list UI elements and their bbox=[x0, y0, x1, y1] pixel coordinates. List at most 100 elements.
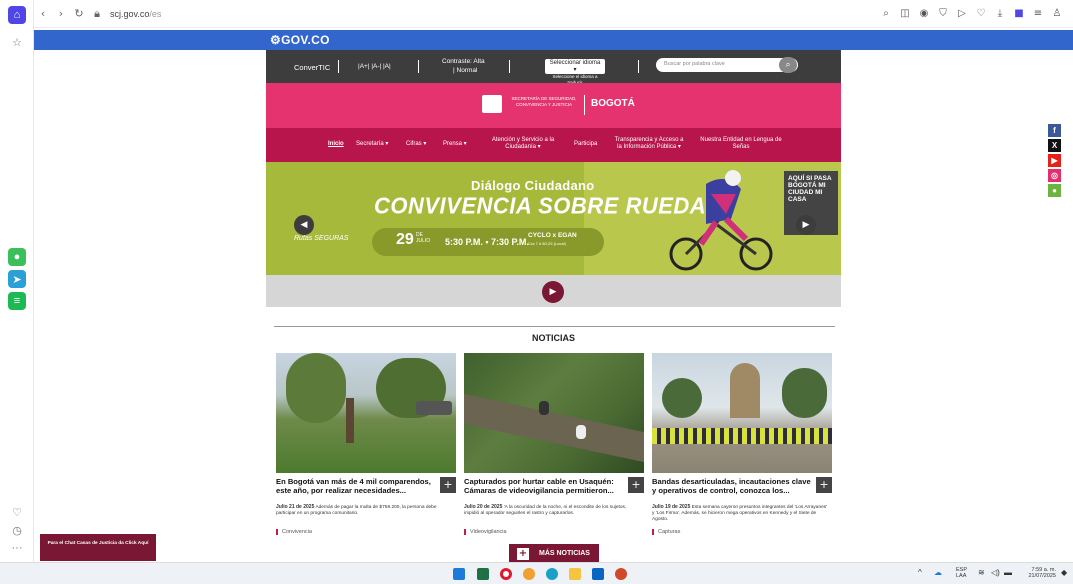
social-links: f X ▶ ◎ ● bbox=[1048, 124, 1062, 199]
convertic-link[interactable]: ConverTIC bbox=[294, 63, 330, 72]
hero-banner[interactable]: Diálogo Ciudadano CONVIVENCIA SOBRE RUED… bbox=[266, 162, 841, 275]
battery-icon[interactable]: ▬ bbox=[1004, 569, 1012, 577]
x-icon[interactable]: X bbox=[1048, 139, 1061, 152]
edge-icon[interactable] bbox=[546, 568, 558, 580]
menu-icon[interactable]: ≡ bbox=[1030, 6, 1046, 22]
telegram-icon[interactable]: ➤ bbox=[8, 270, 26, 288]
home-icon[interactable]: ⌂ bbox=[8, 6, 26, 24]
forward-icon[interactable]: › bbox=[52, 7, 70, 20]
browser-sidebar: ⌂ ☆ ● ➤ ≡ ♡ ◷ ··· bbox=[0, 0, 34, 562]
carousel-controls: ▶ bbox=[266, 275, 841, 307]
news-title[interactable]: Bandas desarticuladas, incautaciones cla… bbox=[652, 477, 812, 495]
heart-icon[interactable]: ♡ bbox=[8, 503, 26, 521]
news-snippet: Julio 20 de 2025 'A la oscuridad de la n… bbox=[464, 504, 627, 516]
bogota-logo[interactable]: BOGOTÁ bbox=[591, 98, 635, 109]
screenshot-icon[interactable]: ◫ bbox=[897, 6, 913, 22]
nav-lengua-senas[interactable]: Nuestra Entidad en Lengua de Señas bbox=[700, 137, 782, 151]
nav-cifras[interactable]: Cifras ▾ bbox=[406, 141, 426, 148]
windows-start-icon[interactable] bbox=[453, 568, 465, 580]
notification-icon[interactable]: ◆ bbox=[1061, 569, 1067, 577]
news-image[interactable] bbox=[464, 353, 644, 473]
chat-casas-justicia-button[interactable]: Para el Chat Casas de Justicia da Click … bbox=[40, 534, 156, 561]
nav-prensa[interactable]: Prensa ▾ bbox=[443, 141, 467, 148]
news-expand-button[interactable]: + bbox=[628, 477, 644, 493]
clock[interactable]: 7:59 a. m. 21/07/2025 bbox=[1024, 567, 1056, 579]
camera-icon[interactable]: ◉ bbox=[916, 6, 932, 22]
history-icon[interactable]: ◷ bbox=[8, 521, 26, 539]
rutas-seguras-logo: Rutas SEGURAS bbox=[294, 235, 349, 242]
spotify-icon[interactable]: ≡ bbox=[8, 292, 26, 310]
news-title[interactable]: En Bogotá van más de 4 mil comparendos, … bbox=[276, 477, 436, 495]
nav-inicio[interactable]: Inicio bbox=[328, 141, 344, 148]
nav-secretaria[interactable]: Secretaría ▾ bbox=[356, 141, 388, 148]
app2-icon[interactable] bbox=[615, 568, 627, 580]
search-icon[interactable]: ⌕ bbox=[779, 57, 797, 73]
news-snippet: Julio 19 de 2025 Esta semana cayeron pre… bbox=[652, 504, 828, 522]
divider bbox=[274, 326, 835, 327]
news-expand-button[interactable]: + bbox=[440, 477, 456, 493]
banner-title: Diálogo Ciudadano bbox=[471, 178, 595, 193]
instagram-icon[interactable]: ◎ bbox=[1048, 169, 1061, 182]
youtube-icon[interactable]: ▶ bbox=[1048, 154, 1061, 167]
reload-icon[interactable]: ↻ bbox=[70, 7, 88, 20]
messenger-icon[interactable]: ● bbox=[8, 248, 26, 266]
download-icon[interactable]: ⤓ bbox=[992, 6, 1008, 22]
news-heading: NOTICIAS bbox=[531, 333, 575, 343]
back-icon[interactable]: ‹ bbox=[34, 7, 52, 20]
extension-icon[interactable]: ■ bbox=[1011, 6, 1027, 22]
play-button[interactable]: ▶ bbox=[542, 281, 564, 303]
language-select[interactable]: Seleccionar idioma ▾ Seleccione el idiom… bbox=[545, 59, 605, 86]
news-card[interactable]: Bandas desarticuladas, incautaciones cla… bbox=[652, 353, 832, 535]
carousel-next-button[interactable]: ▶ bbox=[796, 215, 816, 235]
windows-taskbar: ^ ☁ ESP LAA ≋ ◁) ▬ 7:59 a. m. 21/07/2025 ◆ bbox=[0, 562, 1073, 584]
file-explorer-icon[interactable] bbox=[569, 568, 581, 580]
flickr-icon[interactable]: ● bbox=[1048, 184, 1061, 197]
govco-bar: ⚙︎GOV.CO bbox=[34, 30, 1073, 50]
site-header: SECRETARÍA DE SEGURIDAD, CONVIVENCIA Y J… bbox=[266, 83, 841, 128]
news-card[interactable]: Capturados por hurtar cable en Usaquén: … bbox=[464, 353, 644, 535]
plus-icon: + bbox=[517, 548, 529, 560]
news-snippet: Julio 21 de 2025 Además de pagar la mult… bbox=[276, 504, 437, 516]
nav-participa[interactable]: Participa bbox=[574, 141, 597, 148]
font-size-controls[interactable]: |A+| |A-| |A| bbox=[358, 63, 391, 70]
onedrive-icon[interactable]: ☁ bbox=[934, 569, 942, 577]
govco-logo[interactable]: ⚙︎GOV.CO bbox=[270, 33, 330, 47]
nav-transparencia[interactable]: Transparencia y Acceso a la Información … bbox=[612, 137, 686, 151]
news-category[interactable]: Videovigilancia bbox=[464, 529, 507, 535]
news-card[interactable]: En Bogotá van más de 4 mil comparendos, … bbox=[276, 353, 456, 535]
chevron-up-icon[interactable]: ^ bbox=[918, 569, 922, 577]
news-expand-button[interactable]: + bbox=[816, 477, 832, 493]
network-icon[interactable]: ≋ bbox=[978, 569, 985, 577]
carousel-prev-button[interactable]: ◀ bbox=[294, 215, 314, 235]
more-news-button[interactable]: + MÁS NOTICIAS bbox=[509, 544, 599, 564]
news-title[interactable]: Capturados por hurtar cable en Usaquén: … bbox=[464, 477, 624, 495]
shield-icon[interactable]: ⛉ bbox=[935, 6, 951, 22]
excel-icon[interactable] bbox=[477, 568, 489, 580]
opera-icon[interactable] bbox=[500, 568, 512, 580]
facebook-icon[interactable]: f bbox=[1048, 124, 1061, 137]
profile-icon[interactable]: ♙ bbox=[1049, 6, 1065, 22]
bogota-shield-logo[interactable] bbox=[482, 95, 502, 113]
outlook-icon[interactable] bbox=[592, 568, 604, 580]
heart-icon[interactable]: ♡ bbox=[973, 6, 989, 22]
address-bar[interactable]: scj.gov.co/es bbox=[110, 9, 161, 19]
banner-time: 5:30 P.M. • 7:30 P.M. bbox=[445, 237, 529, 247]
contrast-normal[interactable]: | Normal bbox=[453, 67, 477, 74]
browser-toolbar: ‹ › ↻ 🔒︎ scj.gov.co/es ⌕ ◫ ◉ ⛉ ▷ ♡ ⤓ ■ ≡… bbox=[34, 0, 1073, 28]
search-input[interactable]: Buscar por palabra clave bbox=[656, 58, 798, 72]
toolbar-actions: ⌕ ◫ ◉ ⛉ ▷ ♡ ⤓ ■ ≡ ♙ bbox=[878, 6, 1065, 22]
nav-atencion[interactable]: Atención y Servicio a la Ciudadanía ▾ bbox=[490, 137, 556, 151]
news-category[interactable]: Convivencia bbox=[276, 529, 312, 535]
banner-place: CYCLO x EGAN Cra 7 # 80-29 (Local) bbox=[528, 232, 577, 246]
language-indicator[interactable]: ESP LAA bbox=[956, 567, 967, 579]
news-image[interactable] bbox=[652, 353, 832, 473]
contrast-high[interactable]: Contraste: Alta bbox=[442, 58, 485, 65]
more-icon[interactable]: ··· bbox=[8, 539, 26, 557]
star-icon[interactable]: ☆ bbox=[8, 33, 26, 51]
search-icon[interactable]: ⌕ bbox=[878, 6, 894, 22]
news-image[interactable] bbox=[276, 353, 456, 473]
play-icon[interactable]: ▷ bbox=[954, 6, 970, 22]
news-category[interactable]: Capturas bbox=[652, 529, 680, 535]
app-icon[interactable] bbox=[523, 568, 535, 580]
volume-icon[interactable]: ◁) bbox=[991, 569, 1000, 577]
